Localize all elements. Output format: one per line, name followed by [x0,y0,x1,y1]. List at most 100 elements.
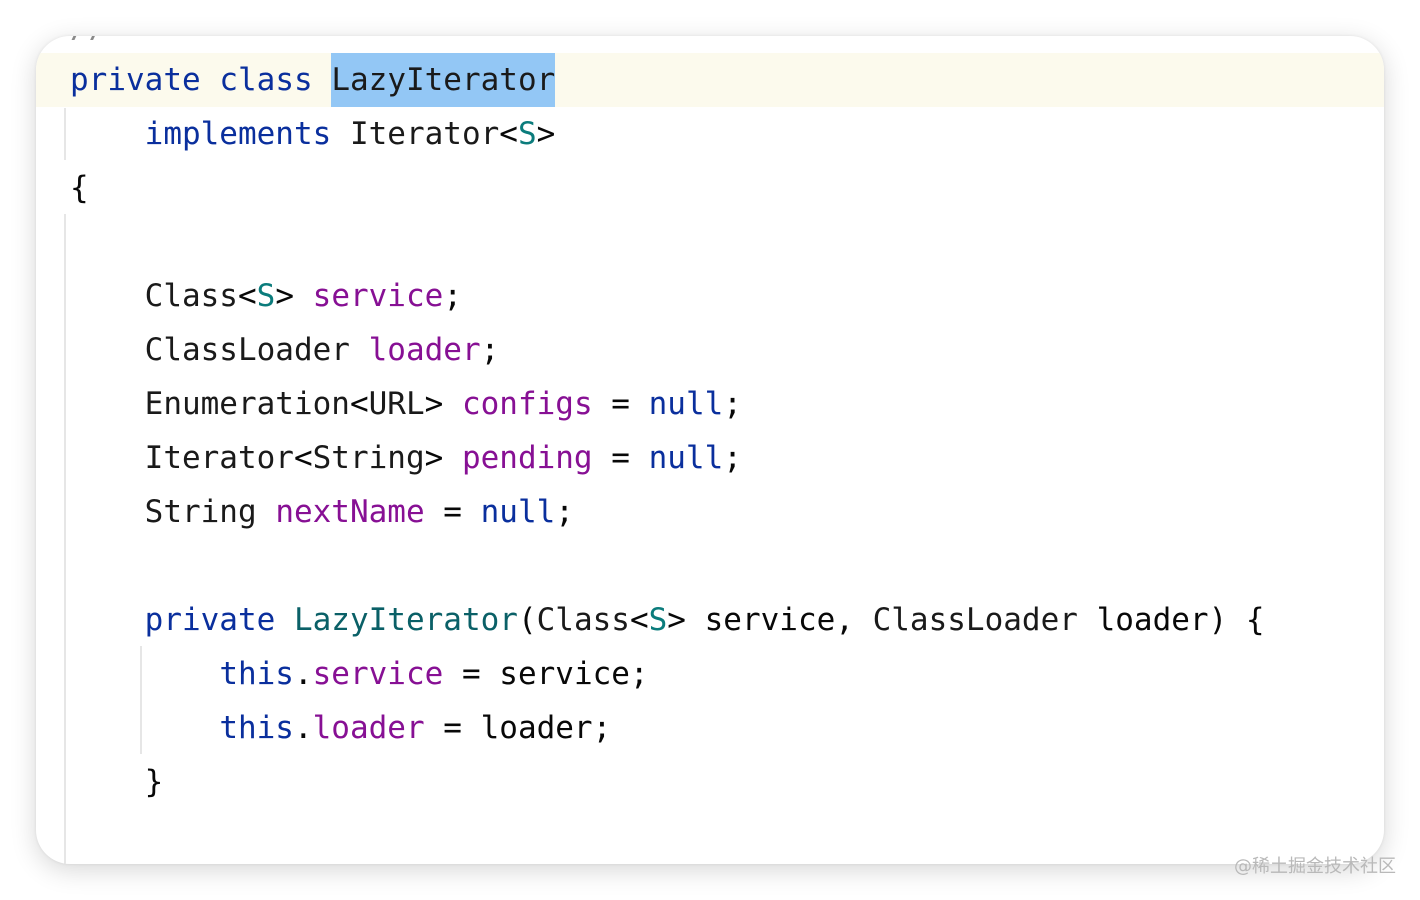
code-token: < [629,602,649,638]
selected-identifier: LazyIterator [331,53,556,107]
code-token: ; [443,278,462,314]
code-text: { [70,161,89,215]
code-line[interactable]: { [36,161,1384,215]
code-token: > [275,278,313,314]
code-token: nextName [275,494,425,530]
code-token: LazyIterator [293,602,518,638]
code-line[interactable]: this.loader = loader; [36,701,1384,755]
code-line[interactable]: Iterator<String> pending = null; [36,431,1384,485]
code-token: } [144,764,164,800]
code-line-current[interactable]: private class LazyIterator [36,53,1384,107]
code-token: null [480,494,556,530]
code-line[interactable]: this.service = service; [36,647,1384,701]
code-token: { [70,170,89,206]
code-token: ; [723,386,742,422]
code-line[interactable]: Enumeration<URL> configs = null; [36,377,1384,431]
code-token: . [293,710,313,746]
code-token: null [648,440,724,476]
code-text: this.loader = loader; [70,701,611,755]
code-line[interactable] [36,539,1384,593]
code-token: ; [480,332,500,368]
code-text: implements Iterator<S> [70,107,556,161]
code-token: > [424,440,462,476]
code-token: = service; [443,656,649,692]
code-text: Class<S> service; [70,269,462,323]
code-text: Iterator<String> pending = null; [70,431,742,485]
code-token: < [237,278,257,314]
code-line[interactable]: Class<S> service; [36,269,1384,323]
code-token: String [312,440,425,476]
code-token: this [219,656,294,692]
code-text: Enumeration<URL> configs = null; [70,377,742,431]
code-token: loader) { [1077,602,1265,638]
code-token: ClassLoader [872,602,1078,638]
code-token: . [293,656,313,692]
code-token: S [517,116,537,152]
code-editor[interactable]: // private class LazyIterator implements… [36,36,1384,864]
code-text: String nextName = null; [70,485,574,539]
partial-comment-line: // [70,36,107,44]
code-token: = [592,440,649,476]
code-token: < [293,440,313,476]
code-line[interactable]: private LazyIterator(Class<S> service, C… [36,593,1384,647]
code-token: ClassLoader [144,332,350,368]
code-token: service [312,278,444,314]
code-text: private LazyIterator(Class<S> service, C… [70,593,1265,647]
code-token: > [424,386,462,422]
code-token: S [256,278,276,314]
code-text: } [70,755,164,809]
code-token: ; [723,440,742,476]
code-token: > service, [667,602,873,638]
code-token: private [144,602,276,638]
code-token: < [349,386,369,422]
code-token: Enumeration [144,386,350,422]
code-token: Iterator [349,116,500,152]
code-token: Iterator [144,440,294,476]
code-token: < [499,116,518,152]
code-text: this.service = service; [70,647,649,701]
watermark: @稀土掘金技术社区 [1234,856,1396,877]
code-token: loader [312,710,425,746]
code-text: private class LazyIterator [70,53,556,107]
code-token: String [144,494,257,530]
code-token: configs [461,386,593,422]
code-token: pending [461,440,593,476]
code-text: ClassLoader loader; [70,323,500,377]
code-line[interactable]: } [36,755,1384,809]
code-token: private [70,62,201,98]
code-token: loader [368,332,481,368]
code-token: null [648,386,724,422]
code-line[interactable] [36,215,1384,269]
code-token: = loader; [424,710,612,746]
code-editor-card: // private class LazyIterator implements… [36,36,1384,864]
code-line[interactable]: ClassLoader loader; [36,323,1384,377]
code-token: > [536,116,556,152]
code-token: = [592,386,649,422]
code-token: implements [144,116,332,152]
code-line[interactable]: String nextName = null; [36,485,1384,539]
code-line[interactable]: implements Iterator<S> [36,107,1384,161]
code-token: Class [144,278,238,314]
code-token: URL [368,386,425,422]
code-token: Class [536,602,630,638]
code-token: = [424,494,481,530]
code-token: class [219,62,313,98]
code-token: ; [555,494,574,530]
code-token: S [648,602,668,638]
code-token: this [219,710,294,746]
